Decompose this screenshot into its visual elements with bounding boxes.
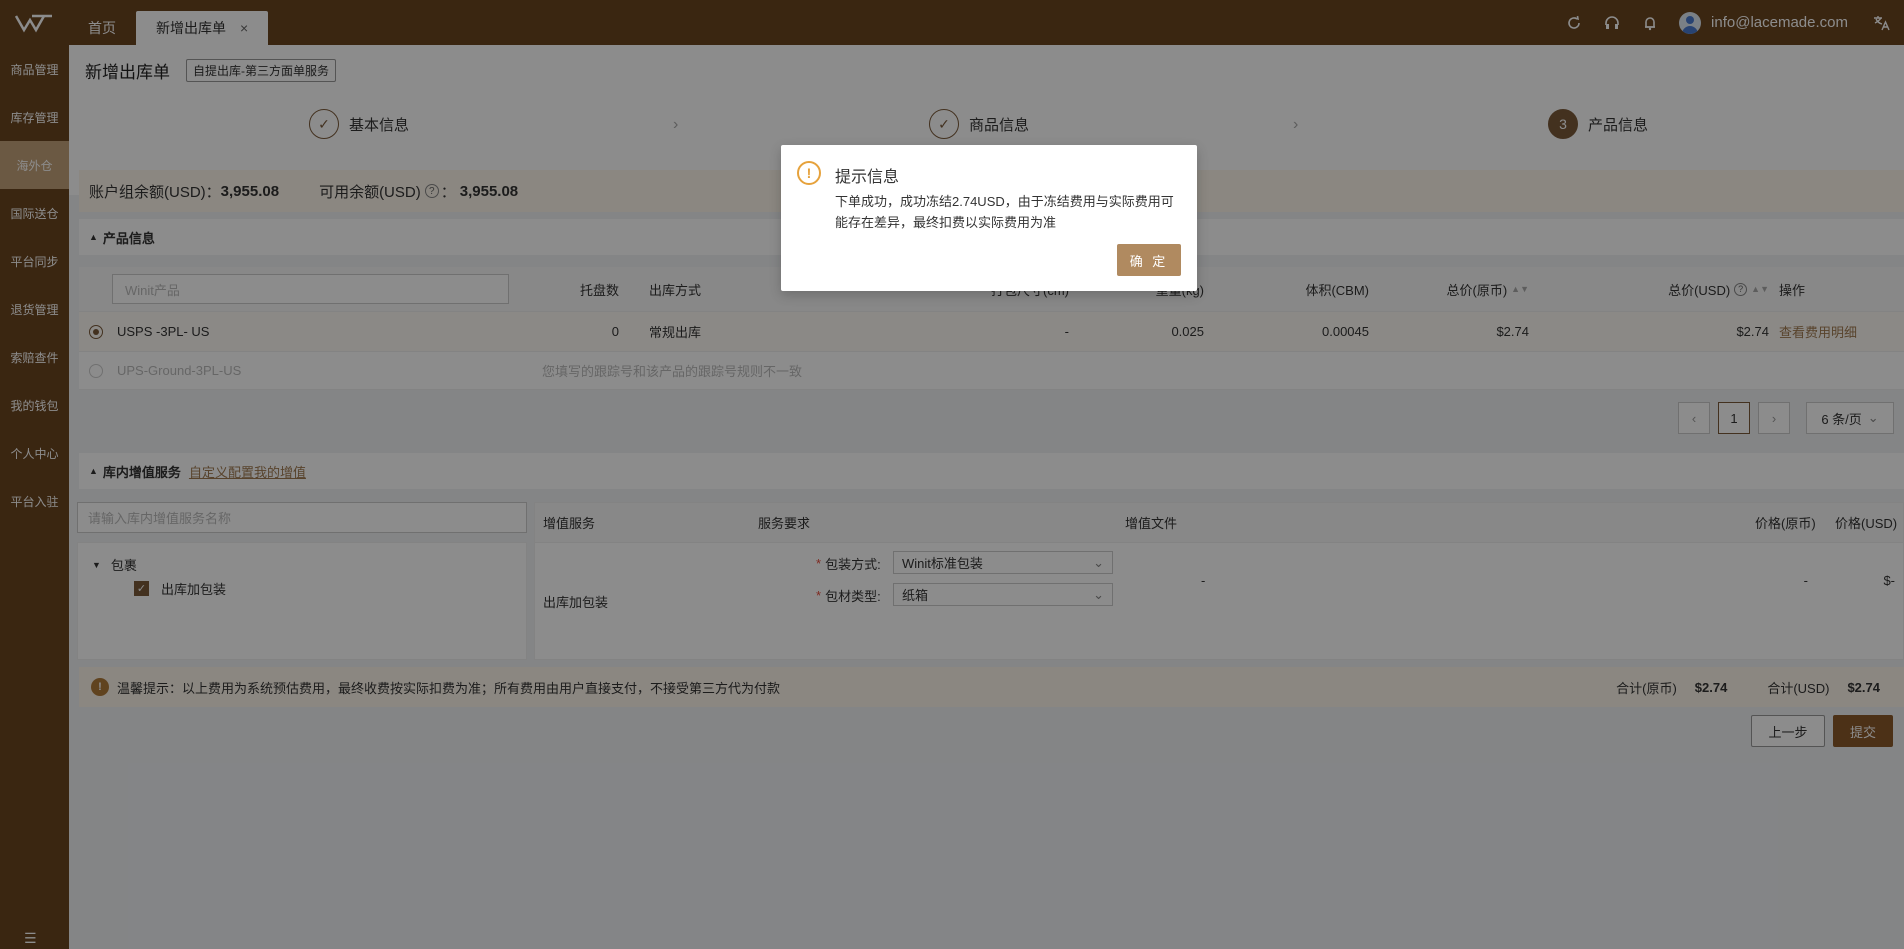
modal-mask[interactable]: [0, 0, 1904, 949]
dialog-title: 提示信息: [835, 169, 900, 186]
warning-icon: !: [797, 161, 821, 185]
info-dialog: ! 提示信息 下单成功，成功冻结2.74USD，由于冻结费用与实际费用可能存在差…: [781, 145, 1197, 291]
confirm-button[interactable]: 确 定: [1117, 244, 1181, 276]
dialog-message: 下单成功，成功冻结2.74USD，由于冻结费用与实际费用可能存在差异，最终扣费以…: [835, 194, 1174, 230]
